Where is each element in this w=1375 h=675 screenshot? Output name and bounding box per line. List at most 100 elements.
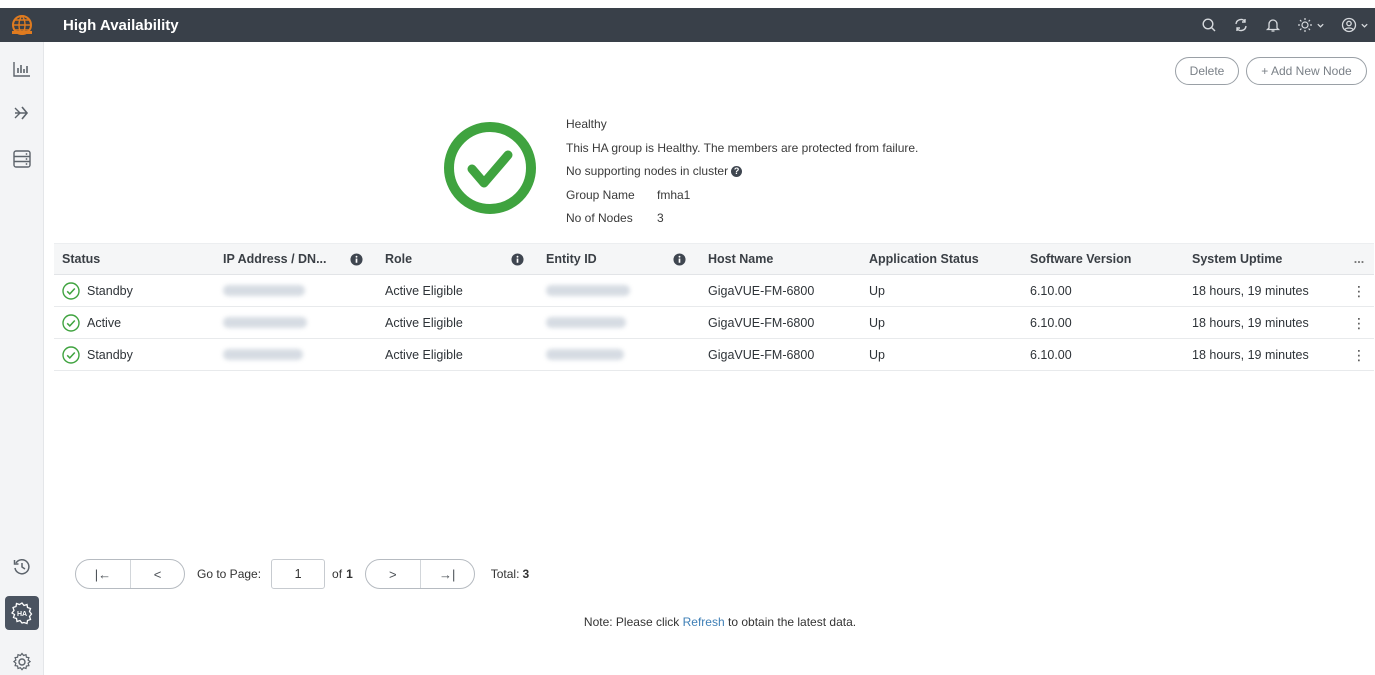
application-status-cell: Up — [869, 347, 885, 362]
system-uptime-cell: 18 hours, 19 minutes — [1192, 315, 1309, 330]
note-suffix: to obtain the latest data. — [728, 615, 857, 629]
ip-address-cell — [215, 275, 377, 306]
group-name-label: Group Name — [566, 187, 635, 202]
column-header-system-uptime[interactable]: System Uptime — [1184, 244, 1344, 274]
role-cell: Active Eligible — [385, 315, 463, 330]
theme-icon — [1298, 18, 1312, 32]
software-version-cell: 6.10.00 — [1030, 315, 1072, 330]
pagination-forward-group: > →| — [364, 559, 475, 589]
status-text: Active — [87, 315, 122, 330]
nodes-count-value: 3 — [657, 211, 664, 225]
row-actions-button[interactable]: ⋮ — [1344, 307, 1374, 338]
table-row[interactable]: Standby Active Eligible GigaVUE-FM-6800 … — [54, 275, 1374, 307]
healthy-check-icon — [444, 122, 536, 214]
next-page-button[interactable]: > — [366, 560, 420, 588]
kebab-icon: ⋮ — [1352, 314, 1366, 331]
status-cell: Standby — [54, 339, 215, 370]
kebab-icon: ⋮ — [1352, 282, 1366, 299]
refresh-link[interactable]: Refresh — [683, 615, 725, 629]
host-name-cell: GigaVUE-FM-6800 — [708, 347, 815, 362]
role-cell: Active Eligible — [385, 283, 463, 298]
table-row[interactable]: Active Active Eligible GigaVUE-FM-6800 U… — [54, 307, 1374, 339]
pagination-back-group: |← < — [75, 559, 185, 589]
redacted-entity-id — [546, 317, 626, 328]
total-count: 3 — [522, 567, 530, 581]
delete-button[interactable]: Delete — [1175, 57, 1239, 85]
sidebar-item-inventory[interactable] — [9, 146, 35, 172]
status-cell: Standby — [54, 275, 215, 306]
sidebar-item-settings[interactable] — [9, 649, 35, 675]
host-name-cell: GigaVUE-FM-6800 — [708, 315, 815, 330]
check-circle-icon — [62, 313, 80, 332]
search-icon — [1202, 18, 1216, 32]
column-header-label: IP Address / DN... — [223, 252, 327, 266]
entity-id-cell — [538, 275, 700, 306]
health-status-text: Healthy — [566, 117, 607, 131]
column-header-ip-address[interactable]: IP Address / DN... — [215, 244, 377, 274]
table-header: Status IP Address / DN... Role Entity ID… — [54, 243, 1374, 275]
group-name-value: fmha1 — [657, 187, 691, 202]
previous-page-button[interactable]: < — [130, 560, 184, 588]
column-header-label: Role — [385, 252, 413, 266]
top-bar: High Availability — [0, 8, 1375, 42]
app-logo[interactable] — [0, 8, 44, 42]
supporting-nodes-label: No supporting nodes in cluster — [566, 164, 729, 178]
refresh-icon — [1235, 18, 1247, 32]
software-version-cell: 6.10.00 — [1030, 283, 1072, 298]
search-button[interactable] — [1201, 17, 1217, 33]
sidebar-item-dashboard[interactable] — [9, 56, 35, 82]
sidebar-item-history[interactable] — [9, 554, 35, 580]
column-header-host-name[interactable]: Host Name — [700, 244, 861, 274]
column-header-role[interactable]: Role — [377, 244, 538, 274]
column-header-label: Entity ID — [546, 252, 597, 266]
chevron-down-icon — [1317, 23, 1324, 28]
total-pages: 1 — [346, 567, 353, 581]
nodes-count-row: No of Nodes 3 — [566, 207, 918, 231]
column-header-status[interactable]: Status — [54, 244, 215, 274]
row-actions-button[interactable]: ⋮ — [1344, 275, 1374, 306]
supporting-nodes-text: No supporting nodes in cluster? — [566, 160, 918, 184]
group-name-row: Group Name fmha1 — [566, 184, 918, 208]
add-new-node-button[interactable]: + Add New Node — [1246, 57, 1367, 85]
role-cell: Active Eligible — [385, 347, 463, 362]
nodes-table: Status IP Address / DN... Role Entity ID… — [54, 243, 1374, 371]
help-icon[interactable]: ? — [731, 166, 743, 178]
dashboard-icon — [13, 62, 30, 77]
notifications-button[interactable] — [1265, 17, 1281, 33]
check-circle-icon — [62, 281, 80, 300]
chevron-down-icon — [1361, 23, 1368, 28]
history-icon — [13, 559, 30, 575]
column-header-entity-id[interactable]: Entity ID — [538, 244, 700, 274]
entity-id-cell — [538, 307, 700, 338]
refresh-button[interactable] — [1233, 17, 1249, 33]
page-number-input[interactable] — [271, 559, 326, 589]
of-label: of — [332, 567, 343, 581]
refresh-note: Note: Please click Refresh to obtain the… — [0, 615, 1375, 629]
info-icon[interactable] — [350, 253, 363, 266]
user-icon — [1341, 17, 1357, 33]
settings-icon — [12, 652, 32, 671]
info-icon[interactable] — [511, 253, 524, 266]
column-header-application-status[interactable]: Application Status — [861, 244, 1022, 274]
pagination: |← < Go to Page: of 1 > →| Total: 3 — [75, 559, 529, 589]
note-prefix: Note: Please click — [583, 615, 680, 629]
ip-address-cell — [215, 339, 377, 370]
theme-menu[interactable] — [1297, 17, 1325, 33]
logo-icon — [12, 15, 32, 35]
nodes-count-label: No of Nodes — [566, 211, 633, 225]
info-icon[interactable] — [673, 253, 686, 266]
user-menu[interactable] — [1341, 17, 1369, 33]
row-actions-button[interactable]: ⋮ — [1344, 339, 1374, 370]
column-header-software-version[interactable]: Software Version — [1022, 244, 1184, 274]
go-to-page-label: Go to Page: — [197, 567, 262, 581]
redacted-entity-id — [546, 285, 630, 296]
table-row[interactable]: Standby Active Eligible GigaVUE-FM-6800 … — [54, 339, 1374, 371]
last-page-button[interactable]: →| — [419, 560, 474, 588]
column-chooser-button[interactable]: ... — [1344, 244, 1374, 274]
kebab-icon: ⋮ — [1352, 346, 1366, 363]
status-text: Standby — [87, 347, 133, 362]
left-sidebar: HA — [0, 42, 44, 675]
redacted-ip — [223, 285, 305, 296]
sidebar-item-traffic[interactable] — [9, 100, 35, 126]
first-page-button[interactable]: |← — [76, 560, 130, 588]
